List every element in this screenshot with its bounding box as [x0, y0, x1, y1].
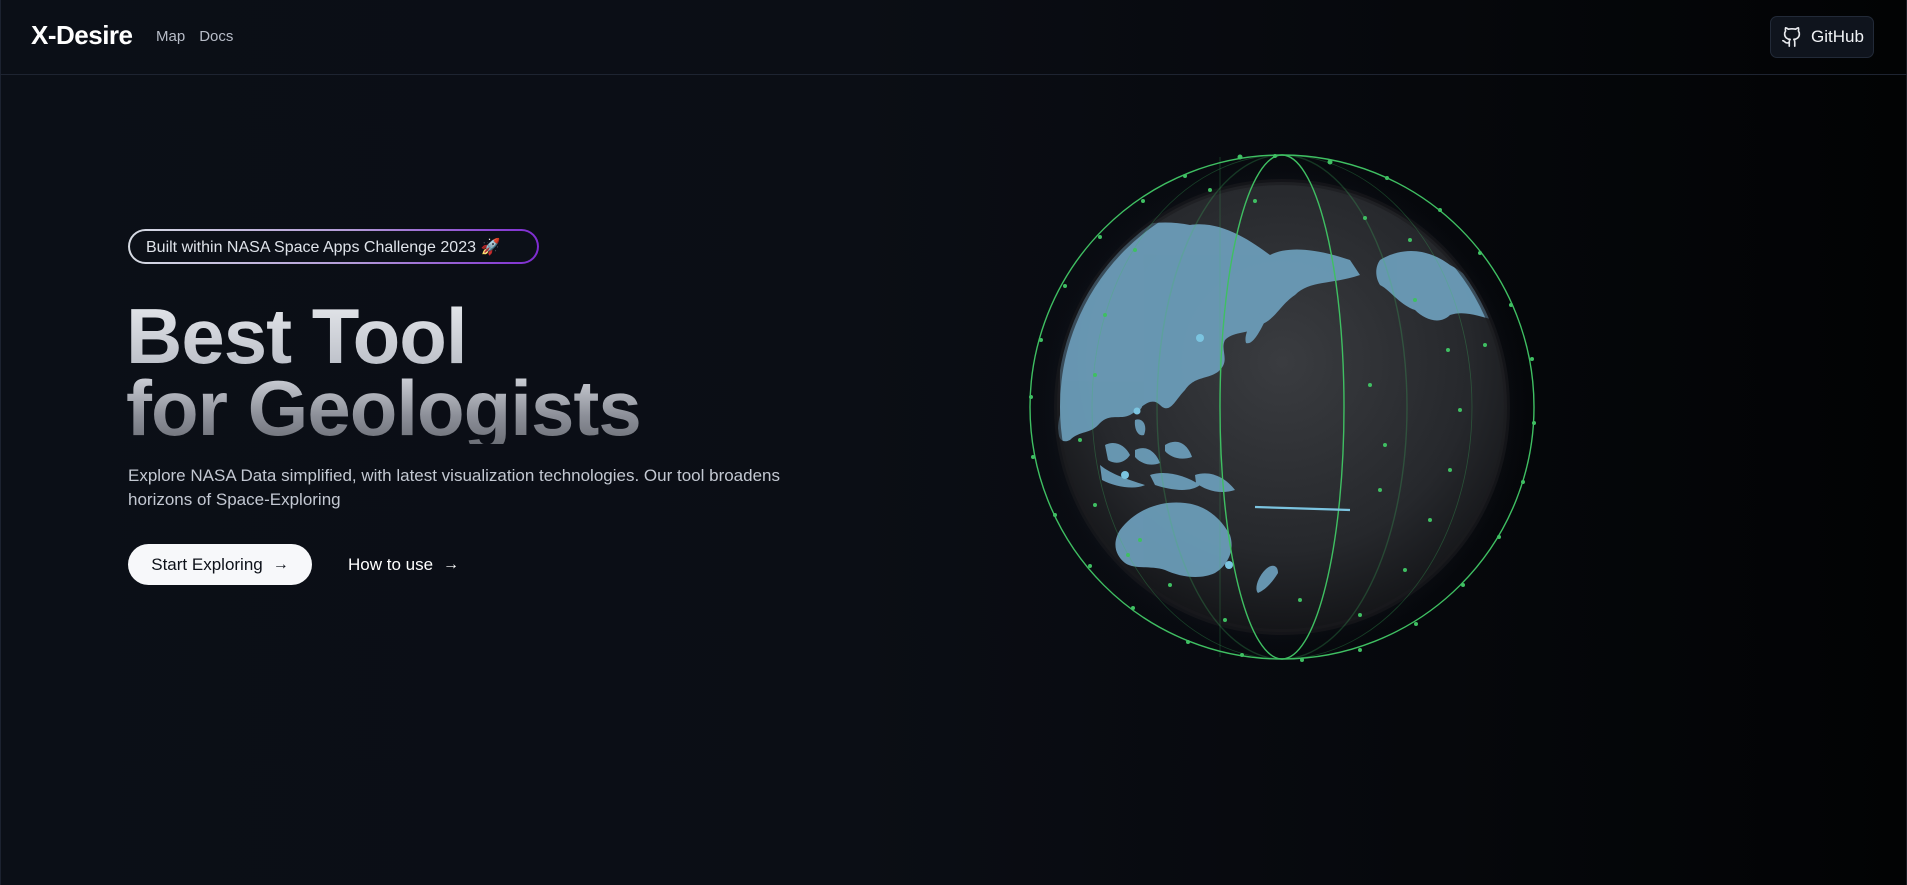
github-button[interactable]: GitHub	[1770, 16, 1874, 58]
how-to-use-link[interactable]: How to use →	[348, 544, 459, 585]
frame-edge-left	[0, 0, 1, 885]
github-label: GitHub	[1811, 27, 1864, 46]
nav-link-map[interactable]: Map	[156, 28, 185, 45]
brand-logo[interactable]: X-Desire	[31, 20, 133, 51]
headline-line-2: for Geologists	[126, 364, 642, 452]
arrow-right-icon: →	[272, 555, 289, 573]
headline-line-1: Best Tool	[126, 297, 641, 375]
hero-description: Explore NASA Data simplified, with lates…	[128, 466, 781, 509]
github-icon	[1782, 27, 1801, 47]
globe-visualization[interactable]	[1020, 145, 1560, 675]
main-nav: Map Docs	[156, 28, 233, 45]
arrow-right-icon: →	[443, 555, 460, 573]
start-exploring-button[interactable]: Start Exploring →	[128, 544, 312, 585]
globe-icon	[1029, 154, 1536, 662]
challenge-badge-text: Built within NASA Space Apps Challenge 2…	[130, 231, 537, 262]
hero-headline: Best Tool for Geologists	[126, 297, 642, 452]
top-navbar: X-Desire Map Docs GitHub	[0, 0, 1907, 75]
nav-link-docs[interactable]: Docs	[199, 28, 233, 45]
how-to-use-label: How to use	[348, 554, 434, 574]
challenge-badge: Built within NASA Space Apps Challenge 2…	[128, 229, 539, 264]
start-exploring-label: Start Exploring	[151, 554, 263, 574]
